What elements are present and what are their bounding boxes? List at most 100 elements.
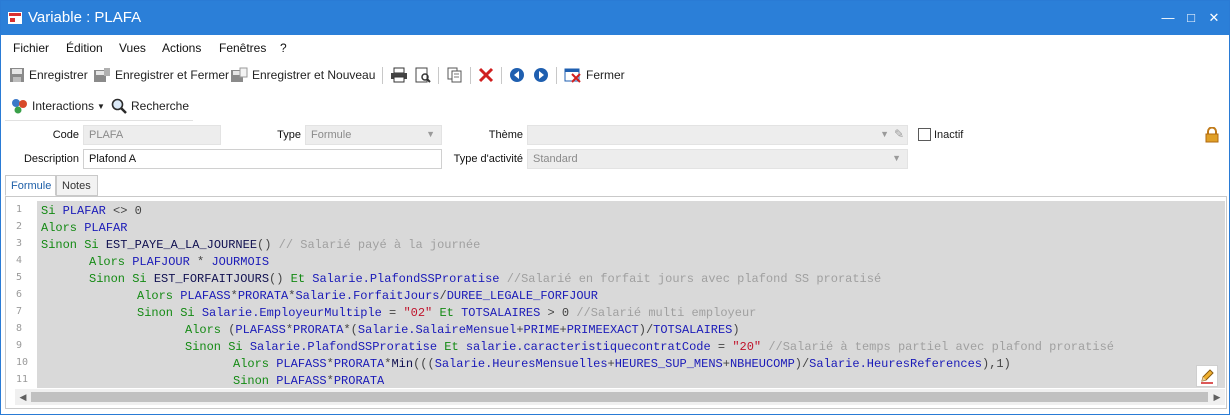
save-icon (10, 68, 24, 82)
save-new-button[interactable]: Enregistrer et Nouveau (230, 66, 375, 84)
code-line: Alors PLAFJOUR * JOURMOIS (89, 255, 270, 269)
close-form-icon (564, 68, 581, 83)
tab-notes[interactable]: Notes (56, 175, 98, 196)
copy-button[interactable] (446, 66, 468, 84)
toolbar-separator (501, 67, 502, 84)
delete-button[interactable] (477, 66, 499, 84)
code-line: Si PLAFAR <> 0 (41, 204, 142, 218)
line-number: 8 (16, 323, 23, 334)
toolbar-separator (470, 67, 471, 84)
edit-formula-button[interactable] (1196, 365, 1218, 387)
menu-fenetres[interactable]: Fenêtres (219, 41, 266, 55)
previous-button[interactable] (508, 66, 530, 84)
print-preview-button[interactable] (414, 66, 436, 84)
code-line: Sinon Si Salarie.PlafondSSProratise Et s… (185, 340, 1114, 354)
line-number: 2 (16, 221, 23, 232)
save-label: Enregistrer (29, 68, 88, 82)
inactive-checkbox[interactable] (918, 128, 931, 141)
scrollbar-thumb[interactable] (31, 392, 1208, 402)
inactive-label: Inactif (934, 129, 964, 141)
chevron-down-icon: ▼ (426, 129, 435, 139)
save-button[interactable]: Enregistrer (9, 66, 88, 84)
print-icon (391, 67, 407, 83)
print-button[interactable] (390, 66, 412, 84)
sub-toolbar: Interactions ▼ Recherche (5, 93, 193, 121)
save-new-icon (231, 67, 248, 82)
line-number: 3 (16, 238, 23, 249)
activity-type-value: Standard (533, 153, 578, 165)
save-close-icon (94, 68, 110, 82)
toolbar-separator (438, 67, 439, 84)
search-label: Recherche (131, 99, 190, 113)
pencil-icon (1201, 369, 1214, 384)
tab-formule[interactable]: Formule (5, 175, 56, 196)
activity-type-select[interactable]: Standard ▼ (527, 149, 908, 169)
code-line: Sinon Si EST_FORFAITJOURS() Et Salarie.P… (89, 272, 882, 286)
description-field[interactable]: Plafond A (83, 149, 442, 169)
previous-icon (510, 68, 524, 82)
search-button[interactable]: Recherche (111, 97, 189, 115)
line-number: 11 (16, 374, 29, 385)
code-line: Alors (PLAFASS*PRORATA*(Salarie.SalaireM… (185, 323, 740, 337)
line-number: 6 (16, 289, 23, 300)
horizontal-scrollbar[interactable]: ◀ ▶ (15, 389, 1225, 405)
line-number: 1 (16, 204, 23, 215)
type-value: Formule (311, 129, 352, 141)
print-preview-icon (415, 67, 431, 83)
type-select[interactable]: Formule ▼ (305, 125, 442, 145)
theme-label: Thème (488, 129, 523, 141)
line-number: 4 (16, 255, 23, 266)
interactions-dropdown[interactable]: Interactions ▼ (11, 97, 105, 115)
type-label: Type (277, 129, 301, 141)
main-toolbar: Enregistrer Enregistrer et Fermer Enregi… (1, 61, 1229, 89)
toolbar-separator (382, 67, 383, 84)
chevron-down-icon: ▼ (892, 153, 901, 163)
minimize-button[interactable]: — (1160, 10, 1176, 26)
formula-editor[interactable]: 1 2 3 4 5 6 7 8 9 10 11 Si PLAFAR <> 0 Al… (15, 201, 1225, 388)
title-bar: Variable : PLAFA — □ ✕ (1, 1, 1229, 35)
search-icon (111, 98, 127, 114)
menu-help[interactable]: ? (280, 41, 287, 55)
formula-editor-frame: 1 2 3 4 5 6 7 8 9 10 11 Si PLAFAR <> 0 Al… (5, 196, 1227, 409)
delete-icon (478, 67, 494, 83)
code-line: Sinon Si Salarie.EmployeurMultiple = "02… (137, 306, 757, 320)
save-new-label: Enregistrer et Nouveau (252, 68, 376, 82)
close-form-button[interactable]: Fermer (564, 66, 625, 84)
next-icon (534, 68, 548, 82)
app-icon (7, 10, 23, 26)
variable-window: Variable : PLAFA — □ ✕ Fichier Édition V… (0, 0, 1230, 415)
scroll-left-icon[interactable]: ◀ (17, 391, 29, 403)
menu-edition[interactable]: Édition (66, 41, 103, 55)
line-number: 10 (16, 357, 29, 368)
chevron-down-icon: ▼ (97, 101, 105, 111)
line-number: 9 (16, 340, 23, 351)
toolbar-separator (556, 67, 557, 84)
code-line: Sinon Si EST_PAYE_A_LA_JOURNEE() // Sala… (41, 238, 481, 252)
menu-vues[interactable]: Vues (119, 41, 146, 55)
close-window-button[interactable]: ✕ (1206, 10, 1222, 26)
code-label: Code (52, 129, 79, 141)
edit-theme-icon[interactable]: ✎ (894, 127, 904, 141)
close-form-label: Fermer (586, 68, 625, 82)
code-line: Sinon PLAFASS*PRORATA (233, 374, 385, 388)
interactions-icon (12, 99, 27, 114)
save-close-button[interactable]: Enregistrer et Fermer (93, 66, 229, 84)
lock-icon (1205, 126, 1219, 146)
interactions-label: Interactions (32, 99, 95, 113)
code-line: Alors PLAFASS*PRORATA*Min(((Salarie.Heur… (233, 357, 1011, 371)
line-number: 7 (16, 306, 23, 317)
code-line: Alors PLAFASS*PRORATA*Salarie.ForfaitJou… (137, 289, 598, 303)
menu-fichier[interactable]: Fichier (13, 41, 49, 55)
line-number: 5 (16, 272, 23, 283)
menu-actions[interactable]: Actions (162, 41, 201, 55)
copy-icon (447, 67, 462, 83)
maximize-button[interactable]: □ (1183, 10, 1199, 26)
chevron-down-icon: ▼ (880, 129, 889, 139)
next-button[interactable] (532, 66, 554, 84)
window-title: Variable : PLAFA (28, 9, 142, 26)
description-label: Description (23, 153, 79, 165)
code-field[interactable]: PLAFA (83, 125, 221, 145)
theme-select[interactable]: ▼ ✎ (527, 125, 908, 145)
scroll-right-icon[interactable]: ▶ (1211, 391, 1223, 403)
code-line: Alors PLAFAR (41, 221, 128, 235)
